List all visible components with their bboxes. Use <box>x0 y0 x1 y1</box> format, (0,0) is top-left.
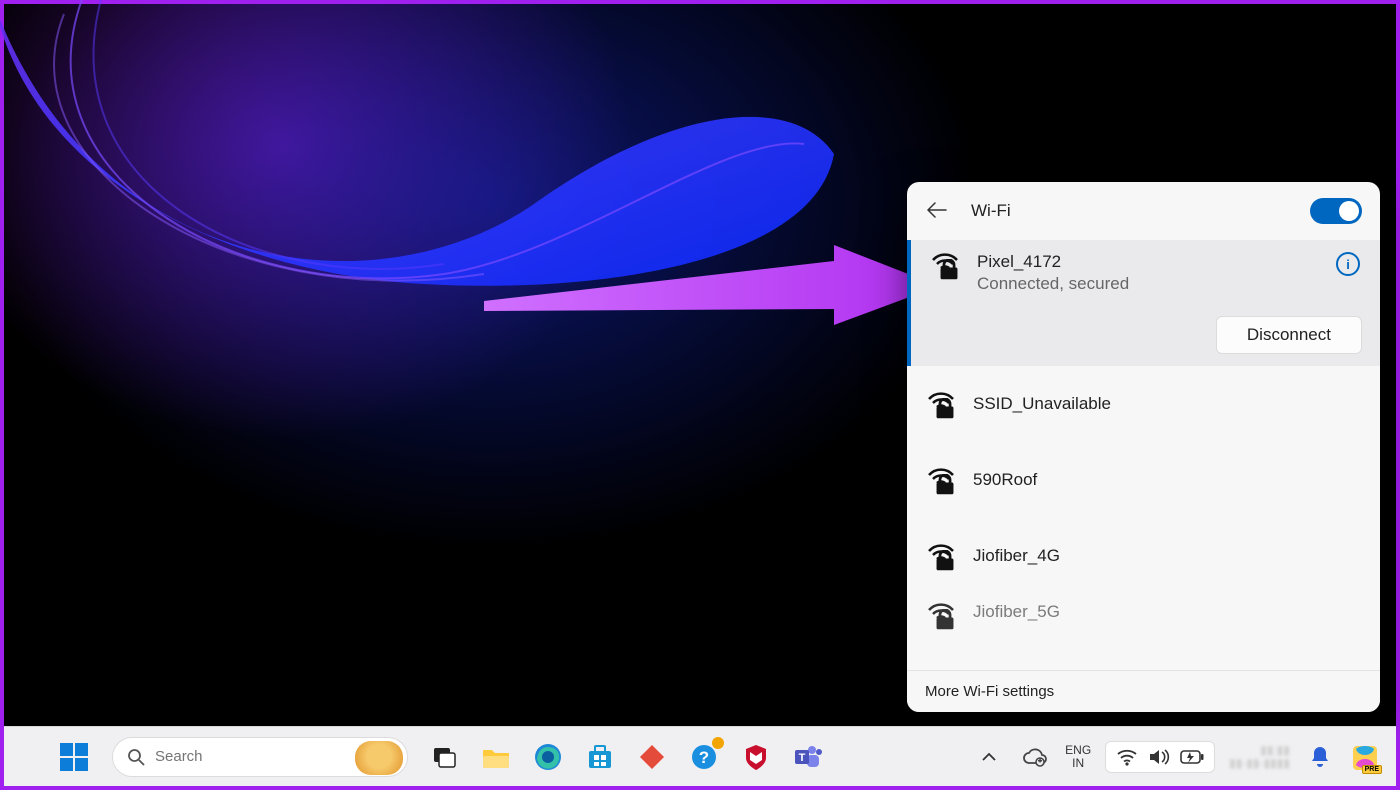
annotation-arrow <box>484 239 954 359</box>
teams-icon: T <box>793 743 823 771</box>
search-highlight-icon <box>355 741 403 775</box>
bell-icon <box>1309 745 1331 769</box>
volume-icon <box>1148 748 1170 766</box>
microsoft-store-button[interactable] <box>584 741 616 773</box>
app-icon-red-diamond[interactable] <box>636 741 668 773</box>
folder-icon <box>481 744 511 770</box>
system-tray-quicksettings[interactable] <box>1105 741 1215 773</box>
battery-icon <box>1180 749 1204 765</box>
wifi-panel-title: Wi-Fi <box>971 201 1011 221</box>
notifications-button[interactable] <box>1304 741 1336 773</box>
task-view-button[interactable] <box>428 741 460 773</box>
tray-overflow-button[interactable] <box>973 741 1005 773</box>
wifi-network-item[interactable]: Jiofiber_5G <box>907 594 1380 634</box>
wifi-panel-header: Wi-Fi <box>907 182 1380 240</box>
onedrive-tray-icon[interactable] <box>1019 741 1051 773</box>
wifi-network-list: Pixel_4172 Connected, secured Disconnect… <box>907 240 1380 670</box>
search-icon <box>127 748 145 766</box>
connected-network-status: Connected, secured <box>977 274 1362 294</box>
wifi-network-item[interactable]: Jiofiber_4G <box>907 518 1380 594</box>
wifi-network-item[interactable]: SSID_Unavailable <box>907 366 1380 442</box>
wifi-secured-icon <box>931 252 959 278</box>
network-info-button[interactable]: i <box>1336 252 1360 276</box>
language-indicator[interactable]: ENG IN <box>1065 744 1091 770</box>
wifi-secured-icon <box>927 391 955 417</box>
network-name: SSID_Unavailable <box>973 394 1111 414</box>
edge-icon <box>533 742 563 772</box>
wifi-network-item[interactable]: 590Roof <box>907 442 1380 518</box>
network-name: Jiofiber_4G <box>973 546 1060 566</box>
start-button[interactable] <box>56 739 92 775</box>
more-wifi-settings-link[interactable]: More Wi-Fi settings <box>907 670 1380 712</box>
network-name: 590Roof <box>973 470 1037 490</box>
disconnect-button[interactable]: Disconnect <box>1216 316 1362 354</box>
store-icon <box>586 743 614 771</box>
get-help-button[interactable]: ? <box>688 741 720 773</box>
windows-logo-icon <box>59 742 89 772</box>
taskbar: ? T ENG IN <box>4 726 1396 786</box>
diamond-icon <box>639 744 665 770</box>
wifi-secured-icon <box>927 467 955 493</box>
language-line2: IN <box>1065 757 1091 770</box>
network-name: Jiofiber_5G <box>973 602 1060 622</box>
chevron-up-icon <box>981 751 997 763</box>
teams-button[interactable]: T <box>792 741 824 773</box>
svg-text:?: ? <box>699 748 709 767</box>
shield-icon <box>744 743 768 771</box>
taskbar-clock[interactable]: ▮▮:▮▮▮▮-▮▮-▮▮▮▮ <box>1229 744 1290 770</box>
copilot-button[interactable]: PRE <box>1350 742 1380 772</box>
edge-button[interactable] <box>532 741 564 773</box>
wifi-network-connected[interactable]: Pixel_4172 Connected, secured Disconnect… <box>907 240 1380 366</box>
svg-text:T: T <box>799 752 806 764</box>
task-view-icon <box>431 744 457 770</box>
wifi-secured-icon <box>927 543 955 569</box>
cloud-icon <box>1022 747 1048 767</box>
back-button[interactable] <box>921 196 953 227</box>
wifi-toggle[interactable] <box>1310 198 1362 224</box>
wifi-flyout-panel: Wi-Fi Pixel_4172 Connected, secured Disc… <box>907 182 1380 712</box>
connected-network-name: Pixel_4172 <box>977 252 1362 272</box>
window-frame: Wi-Fi Pixel_4172 Connected, secured Disc… <box>0 0 1400 790</box>
notification-dot-icon <box>712 737 724 749</box>
wifi-secured-icon <box>927 602 955 628</box>
file-explorer-button[interactable] <box>480 741 512 773</box>
language-line1: ENG <box>1065 744 1091 757</box>
wifi-icon <box>1116 748 1138 766</box>
arrow-left-icon <box>927 202 947 218</box>
pre-badge: PRE <box>1362 765 1382 774</box>
taskbar-search[interactable] <box>112 737 408 777</box>
mcafee-button[interactable] <box>740 741 772 773</box>
